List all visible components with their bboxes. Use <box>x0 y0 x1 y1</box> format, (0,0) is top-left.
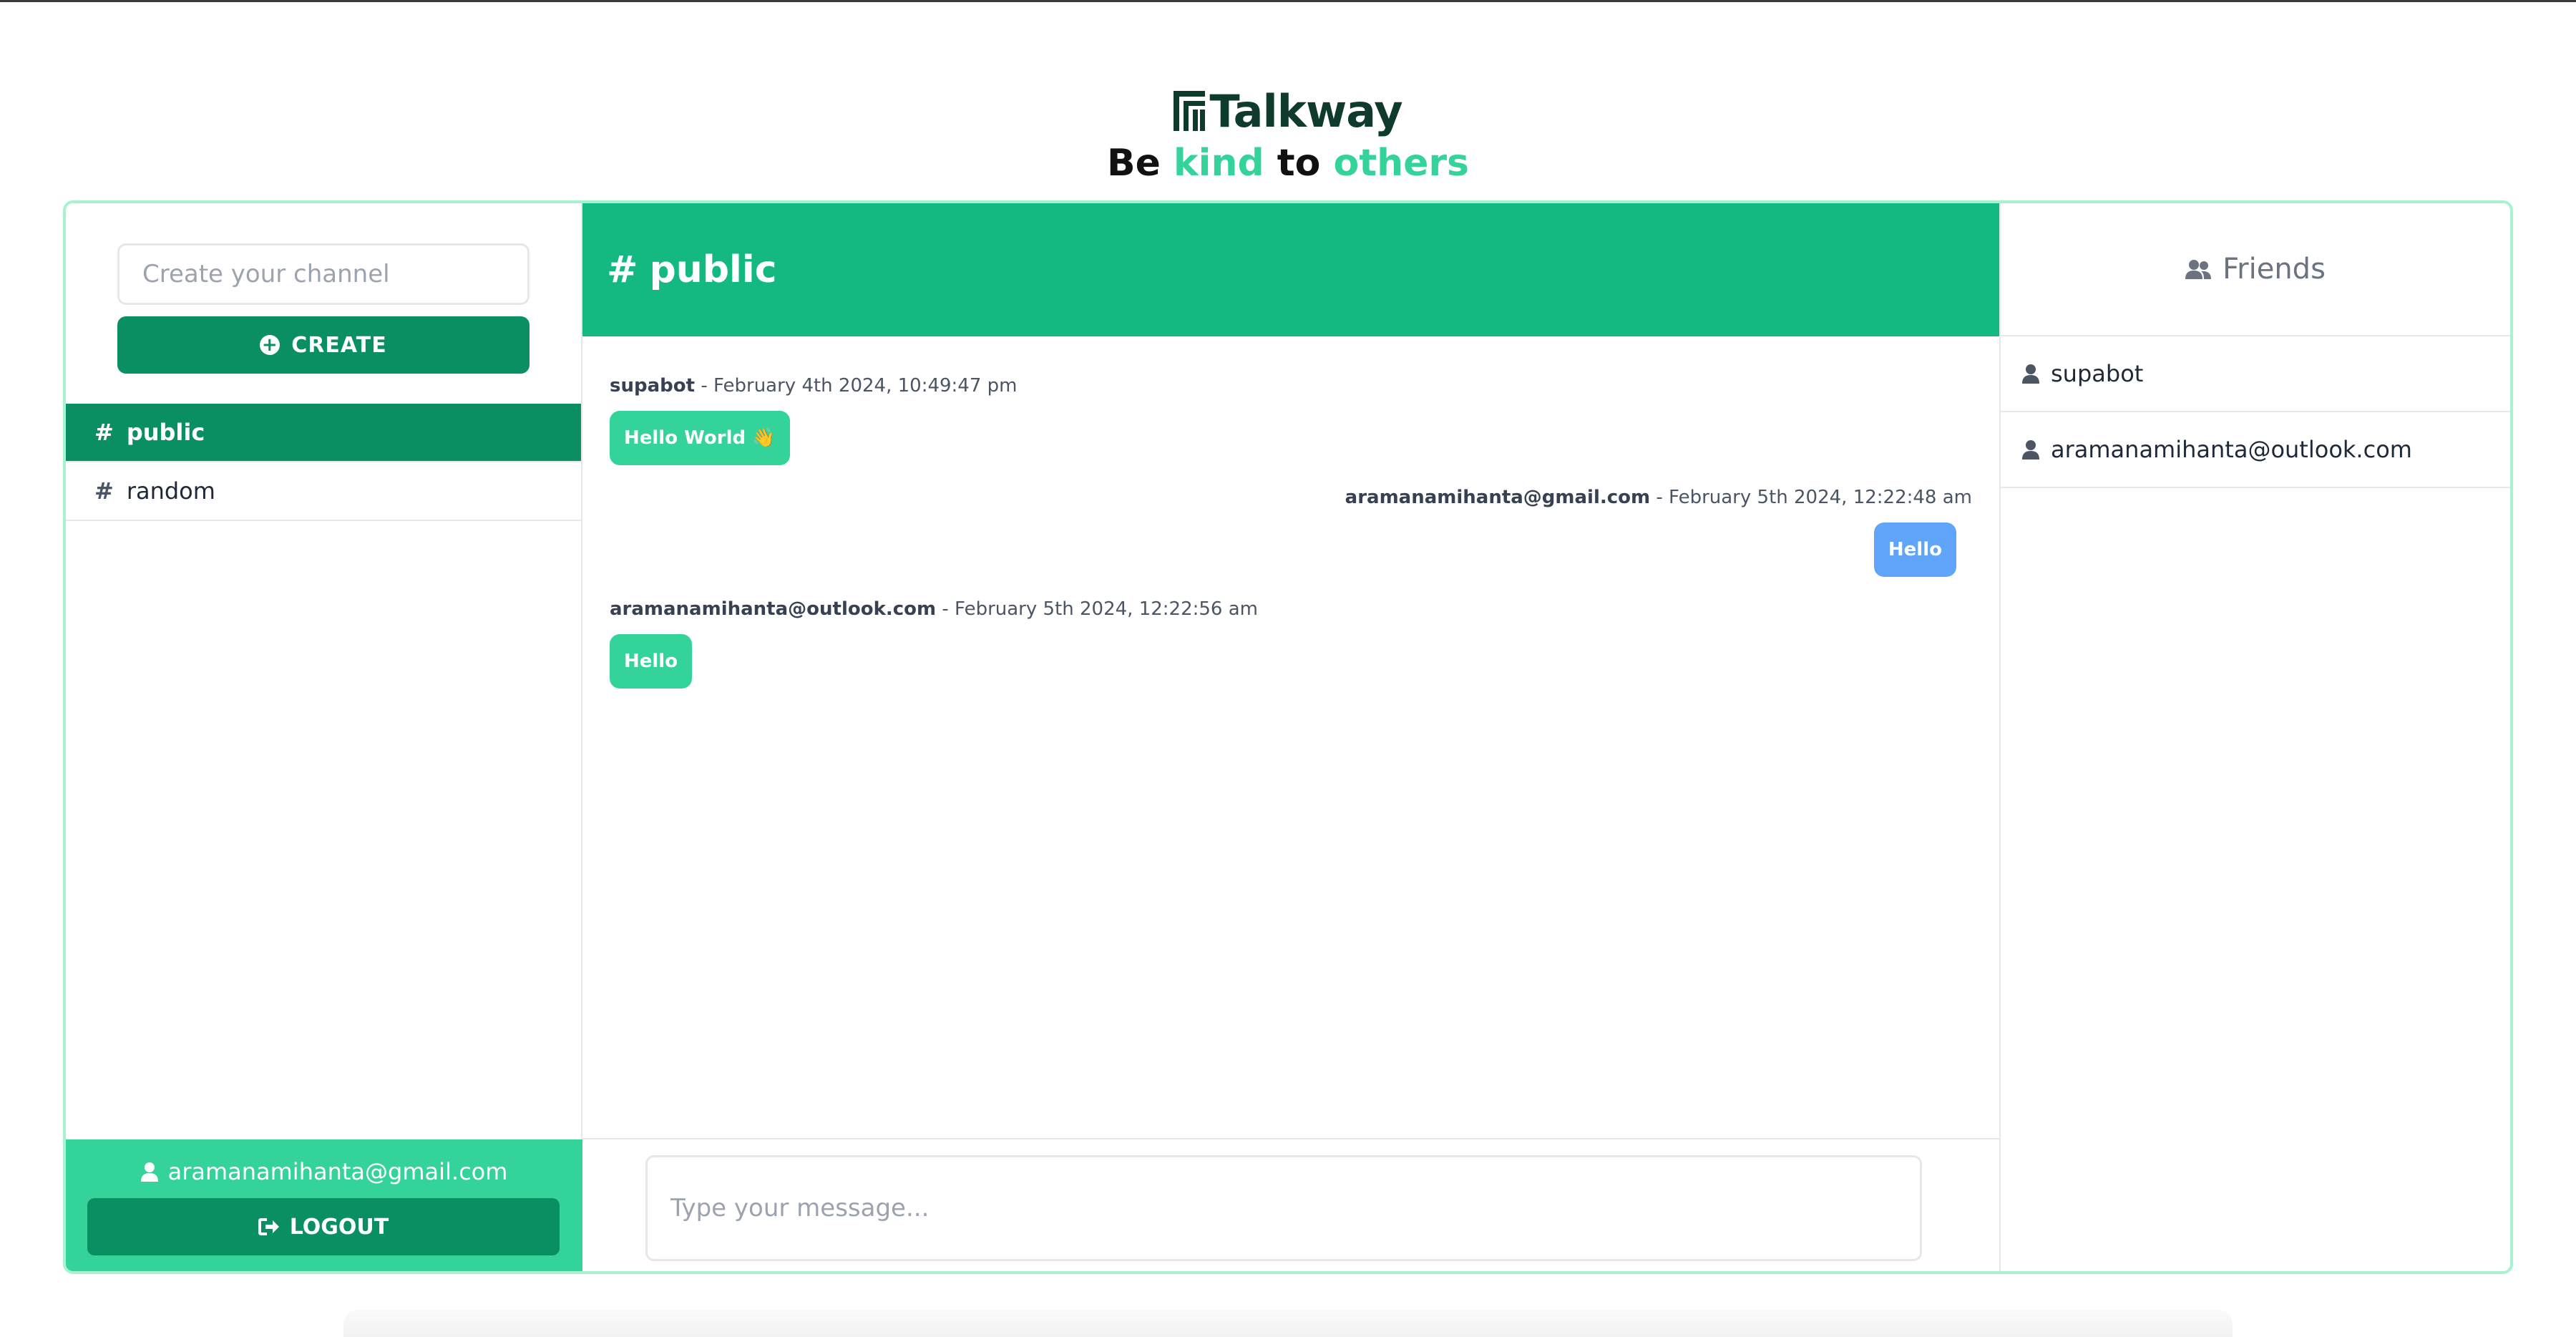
create-channel-input[interactable] <box>117 243 530 305</box>
current-user-box: aramanamihanta@gmail.com LOGOUT <box>66 1139 582 1271</box>
friends-panel: Friends supabot aramanamihanta@outlook.c… <box>1999 203 2510 1271</box>
message-composer <box>582 1138 1999 1271</box>
current-user: aramanamihanta@gmail.com <box>66 1158 582 1185</box>
message-bubble: Hello World 👋 <box>610 411 790 465</box>
brand-header: Talkway Be kind to others <box>0 84 2576 185</box>
channels-sidebar: + CREATE # public # random aramanamihant… <box>66 203 582 1271</box>
tagline-accent-word: others <box>1333 142 1469 185</box>
user-icon <box>2022 364 2039 384</box>
friends-header: Friends <box>2001 203 2510 336</box>
tagline-accent-word: kind <box>1174 142 1264 185</box>
message-timestamp: February 4th 2024, 10:49:47 pm <box>713 375 1018 397</box>
message-meta: aramanamihanta@gmail.com - February 5th … <box>1345 487 1972 508</box>
logout-icon <box>258 1218 279 1235</box>
hash-icon: # <box>94 477 114 505</box>
logo-text: Talkway <box>1209 84 1402 137</box>
tagline-word: to <box>1277 142 1321 185</box>
message-bubble: Hello <box>610 634 693 689</box>
tagline: Be kind to others <box>0 142 2576 185</box>
friends-title: Friends <box>2223 253 2326 286</box>
message-author: aramanamihanta@outlook.com <box>610 598 937 620</box>
user-icon <box>2022 440 2039 460</box>
channel-name: random <box>126 477 215 505</box>
channel-header: # public <box>582 203 1999 336</box>
message-author: aramanamihanta@gmail.com <box>1345 487 1651 508</box>
friend-name: supabot <box>2051 360 2144 387</box>
friend-name: aramanamihanta@outlook.com <box>2051 436 2412 463</box>
message-meta: supabot - February 4th 2024, 10:49:47 pm <box>610 375 1018 397</box>
message-author: supabot <box>610 375 696 397</box>
plus-circle-icon: + <box>260 335 280 355</box>
message-meta: aramanamihanta@outlook.com - February 5t… <box>610 598 1258 620</box>
chat-area: # public supabot - February 4th 2024, 10… <box>582 203 1999 1271</box>
channel-list: # public # random <box>66 404 581 521</box>
logout-label: LOGOUT <box>289 1214 389 1240</box>
channel-item-random[interactable]: # random <box>66 462 581 521</box>
current-user-email: aramanamihanta@gmail.com <box>167 1158 508 1185</box>
meta-separator: - <box>942 598 949 620</box>
users-icon <box>2185 260 2212 279</box>
friend-item[interactable]: supabot <box>2001 336 2510 412</box>
message-timestamp: February 5th 2024, 12:22:56 am <box>955 598 1258 620</box>
create-channel-button[interactable]: + CREATE <box>117 316 530 374</box>
logo: Talkway <box>0 84 2576 137</box>
meta-separator: - <box>701 375 708 397</box>
meta-separator: - <box>1656 487 1663 508</box>
hash-icon: # <box>94 419 114 446</box>
message-input[interactable] <box>645 1155 1922 1261</box>
channel-name: public <box>126 419 205 446</box>
talkway-logo-icon <box>1174 91 1206 131</box>
tagline-word: Be <box>1107 142 1161 185</box>
message-bubble-own: Hello <box>1873 522 1956 577</box>
hash-icon: # <box>607 248 638 291</box>
chat-app-panel: + CREATE # public # random aramanamihant… <box>63 200 2513 1274</box>
logout-button[interactable]: LOGOUT <box>87 1198 560 1255</box>
channel-title: public <box>649 248 777 291</box>
friend-item[interactable]: aramanamihanta@outlook.com <box>2001 412 2510 488</box>
user-icon <box>140 1162 158 1182</box>
bottom-shadow <box>343 1310 2233 1337</box>
window-top-border <box>0 0 2576 2</box>
message-timestamp: February 5th 2024, 12:22:48 am <box>1669 487 1972 508</box>
channel-item-public[interactable]: # public <box>66 404 581 462</box>
create-button-label: CREATE <box>291 332 387 358</box>
